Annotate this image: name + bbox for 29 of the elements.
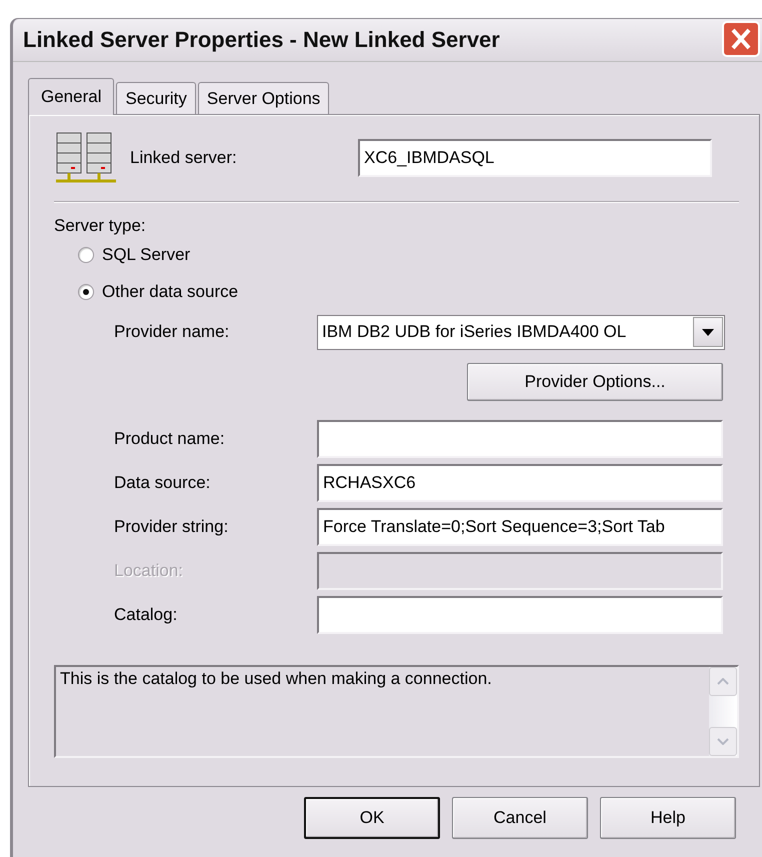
text-field[interactable] <box>317 596 723 634</box>
tab[interactable]: Security <box>116 82 196 114</box>
close-icon[interactable] <box>722 21 760 57</box>
text-field[interactable] <box>317 420 723 458</box>
radio-label: Other data source <box>102 282 238 302</box>
field-label: Data source: <box>114 473 212 493</box>
dialog-button[interactable]: OK <box>304 797 440 839</box>
dialog-button[interactable]: Help <box>600 797 736 839</box>
field-label: Catalog: <box>114 605 178 625</box>
text-field[interactable]: Force Translate=0;Sort Sequence=3;Sort Tab <box>317 508 723 546</box>
radio-button[interactable] <box>78 246 94 262</box>
dropdown-arrow-icon <box>702 328 714 336</box>
radio-button[interactable] <box>78 284 94 300</box>
field-label: Product name: <box>114 429 226 449</box>
field-label: Provider name: <box>114 322 230 342</box>
linked-server-field[interactable]: XC6_IBMDASQL <box>358 139 712 177</box>
field-label: Linked server: <box>130 148 238 168</box>
field-label: Location: <box>114 561 184 581</box>
provider-options-button[interactable]: Provider Options... <box>467 363 723 401</box>
window-title: Linked Server Properties - New Linked Server <box>23 27 500 53</box>
dialog-button[interactable]: Cancel <box>452 797 588 839</box>
text-field[interactable]: RCHASXC6 <box>317 464 723 502</box>
tab[interactable]: Server Options <box>198 82 330 114</box>
field-label: Provider string: <box>114 517 230 537</box>
radio-label: SQL Server <box>102 244 190 264</box>
section-label: Server type: <box>54 216 147 236</box>
provider-dropdown[interactable]: IBM DB2 UDB for iSeries IBMDA400 OL <box>317 314 725 350</box>
description-text: This is the catalog to be used when making a connection. <box>60 669 493 690</box>
tab[interactable]: General <box>28 78 114 115</box>
